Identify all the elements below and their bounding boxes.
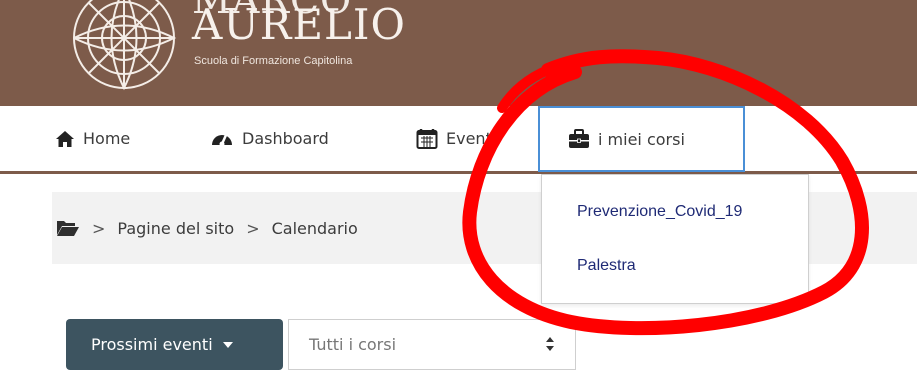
nav-dashboard-label: Dashboard [242,129,329,148]
caret-down-icon [222,341,233,348]
dropdown-item-palestra[interactable]: Palestra [577,257,636,275]
home-icon [56,130,74,147]
main-navigation: Home Dashboard Eventi i miei corsi [0,106,917,174]
sort-arrows-icon [546,337,554,351]
briefcase-icon [569,129,589,148]
nav-home[interactable]: Home [55,106,130,171]
dashboard-icon [212,133,232,146]
course-filter-value: Tutti i corsi [309,335,397,354]
upcoming-events-button[interactable]: Prossimi eventi [66,319,283,370]
nav-my-courses[interactable]: i miei corsi [538,106,745,172]
logo-icon [73,0,177,91]
folder-open-icon [57,221,79,236]
course-filter-select[interactable]: Tutti i corsi [288,319,576,370]
header-banner: MARCO AURELIO Scuola di Formazione Capit… [0,0,917,106]
nav-home-label: Home [83,129,131,148]
breadcrumb-separator: > [92,218,106,238]
nav-dashboard[interactable]: Dashboard [210,106,329,171]
dropdown-item-covid-course[interactable]: Prevenzione_Covid_19 [577,203,742,221]
my-courses-dropdown: Prevenzione_Covid_19 Palestra [541,174,809,304]
calendar-icon [416,128,438,149]
breadcrumb-separator: > [246,218,260,238]
breadcrumb-site-pages[interactable]: Pagine del sito [117,219,234,238]
nav-events-label: Eventi [446,129,497,148]
nav-events[interactable]: Eventi [416,106,496,171]
logo-subtitle: Scuola di Formazione Capitolina [194,55,353,67]
logo-title: AURELIO [192,0,406,49]
nav-my-courses-label: i miei corsi [598,129,685,149]
breadcrumb-calendar: Calendario [271,218,358,238]
upcoming-events-label: Prossimi eventi [91,335,213,354]
